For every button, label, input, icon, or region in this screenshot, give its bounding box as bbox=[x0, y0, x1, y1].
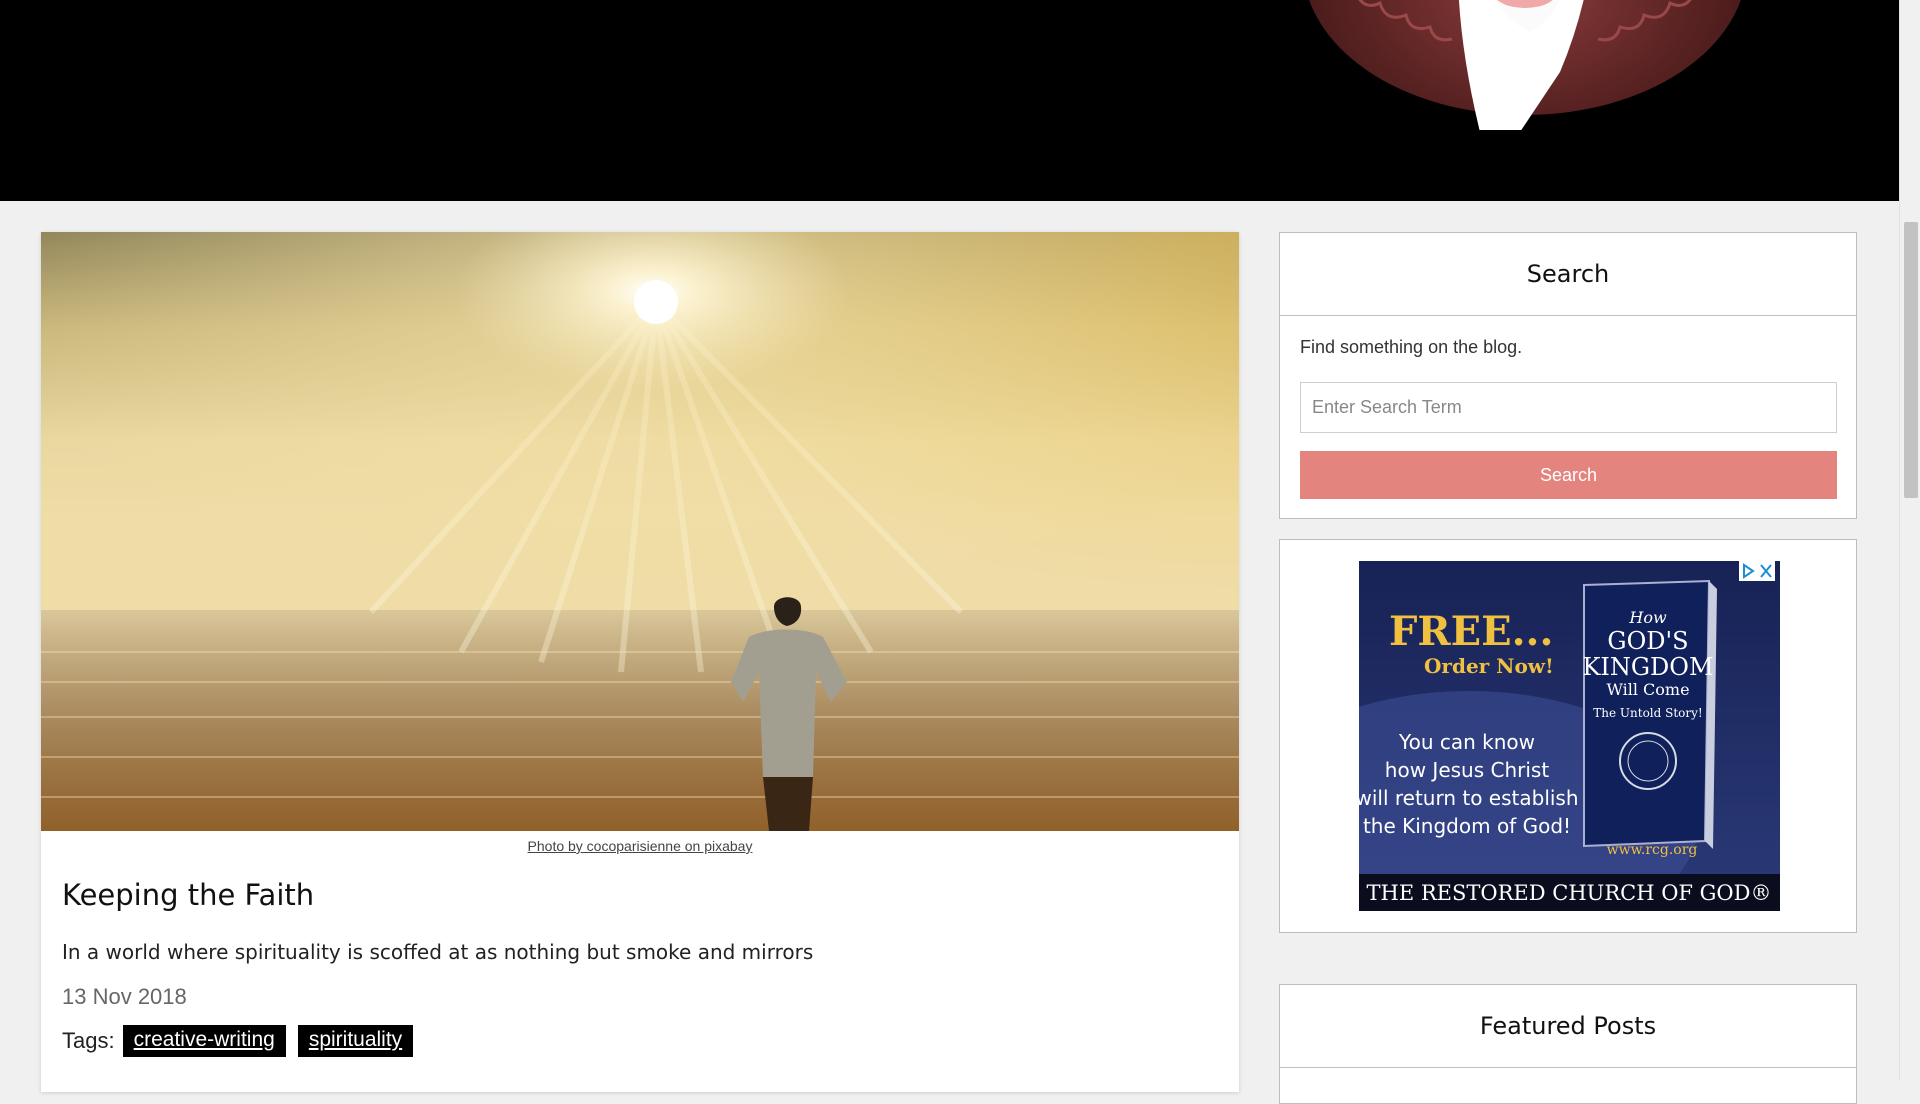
tag-spirituality[interactable]: spirituality bbox=[297, 1025, 414, 1057]
post-card: Photo by cocoparisienne on pixabay Keepi… bbox=[41, 232, 1239, 1092]
post-excerpt: In a world where spirituality is scoffed… bbox=[62, 940, 814, 964]
post-tags: Tags: creative-writing spirituality bbox=[62, 1025, 425, 1057]
featured-posts-widget: Featured Posts bbox=[1279, 984, 1857, 1104]
ad-widget: FREE... Order Now! How GOD'S KINGDOM Wil… bbox=[1279, 539, 1857, 933]
search-input[interactable] bbox=[1300, 382, 1837, 433]
ad-body-3: will return to establish bbox=[1359, 786, 1579, 810]
site-header bbox=[0, 0, 1899, 201]
ad-book-title-2: GOD'S bbox=[1607, 627, 1688, 655]
ad-banner[interactable]: FREE... Order Now! How GOD'S KINGDOM Wil… bbox=[1359, 561, 1780, 911]
ad-book-title-4: Will Come bbox=[1606, 680, 1689, 699]
ad-book-title-1: How bbox=[1628, 608, 1667, 627]
ad-body-2: how Jesus Christ bbox=[1385, 758, 1550, 782]
ad-choices-icon[interactable] bbox=[1739, 561, 1775, 581]
ad-free-text: FREE... bbox=[1389, 608, 1553, 655]
photo-credit: Photo by cocoparisienne on pixabay bbox=[41, 838, 1239, 854]
featured-posts-title: Featured Posts bbox=[1280, 985, 1856, 1068]
ad-body-1: You can know bbox=[1398, 730, 1535, 754]
page-scrollbar[interactable] bbox=[1899, 0, 1920, 1080]
ad-order-text: Order Now! bbox=[1424, 654, 1554, 678]
scrollbar-thumb[interactable] bbox=[1904, 222, 1918, 498]
search-widget-description: Find something on the blog. bbox=[1300, 337, 1523, 357]
ad-book-title-3: KINGDOM bbox=[1582, 653, 1713, 681]
search-widget-title: Search bbox=[1280, 233, 1856, 316]
search-button[interactable]: Search bbox=[1300, 451, 1837, 499]
ad-book-cover: How GOD'S KINGDOM Will Come The Untold S… bbox=[1582, 579, 1717, 858]
tag-creative-writing[interactable]: creative-writing bbox=[122, 1025, 286, 1057]
post-hero-image[interactable] bbox=[41, 232, 1239, 831]
search-widget: Search Find something on the blog. Searc… bbox=[1279, 232, 1857, 519]
ad-url: www.rcg.org bbox=[1607, 842, 1698, 858]
post-title[interactable]: Keeping the Faith bbox=[62, 878, 314, 912]
ad-body-4: the Kingdom of God! bbox=[1363, 814, 1571, 838]
ad-book-subtitle: The Untold Story! bbox=[1593, 706, 1702, 720]
photo-credit-link[interactable]: Photo by cocoparisienne on pixabay bbox=[528, 838, 753, 854]
author-avatar bbox=[1309, 0, 1741, 130]
post-date: 13 Nov 2018 bbox=[62, 984, 187, 1009]
tags-label: Tags: bbox=[62, 1028, 115, 1053]
ad-footer: THE RESTORED CHURCH OF GOD® bbox=[1367, 881, 1772, 905]
